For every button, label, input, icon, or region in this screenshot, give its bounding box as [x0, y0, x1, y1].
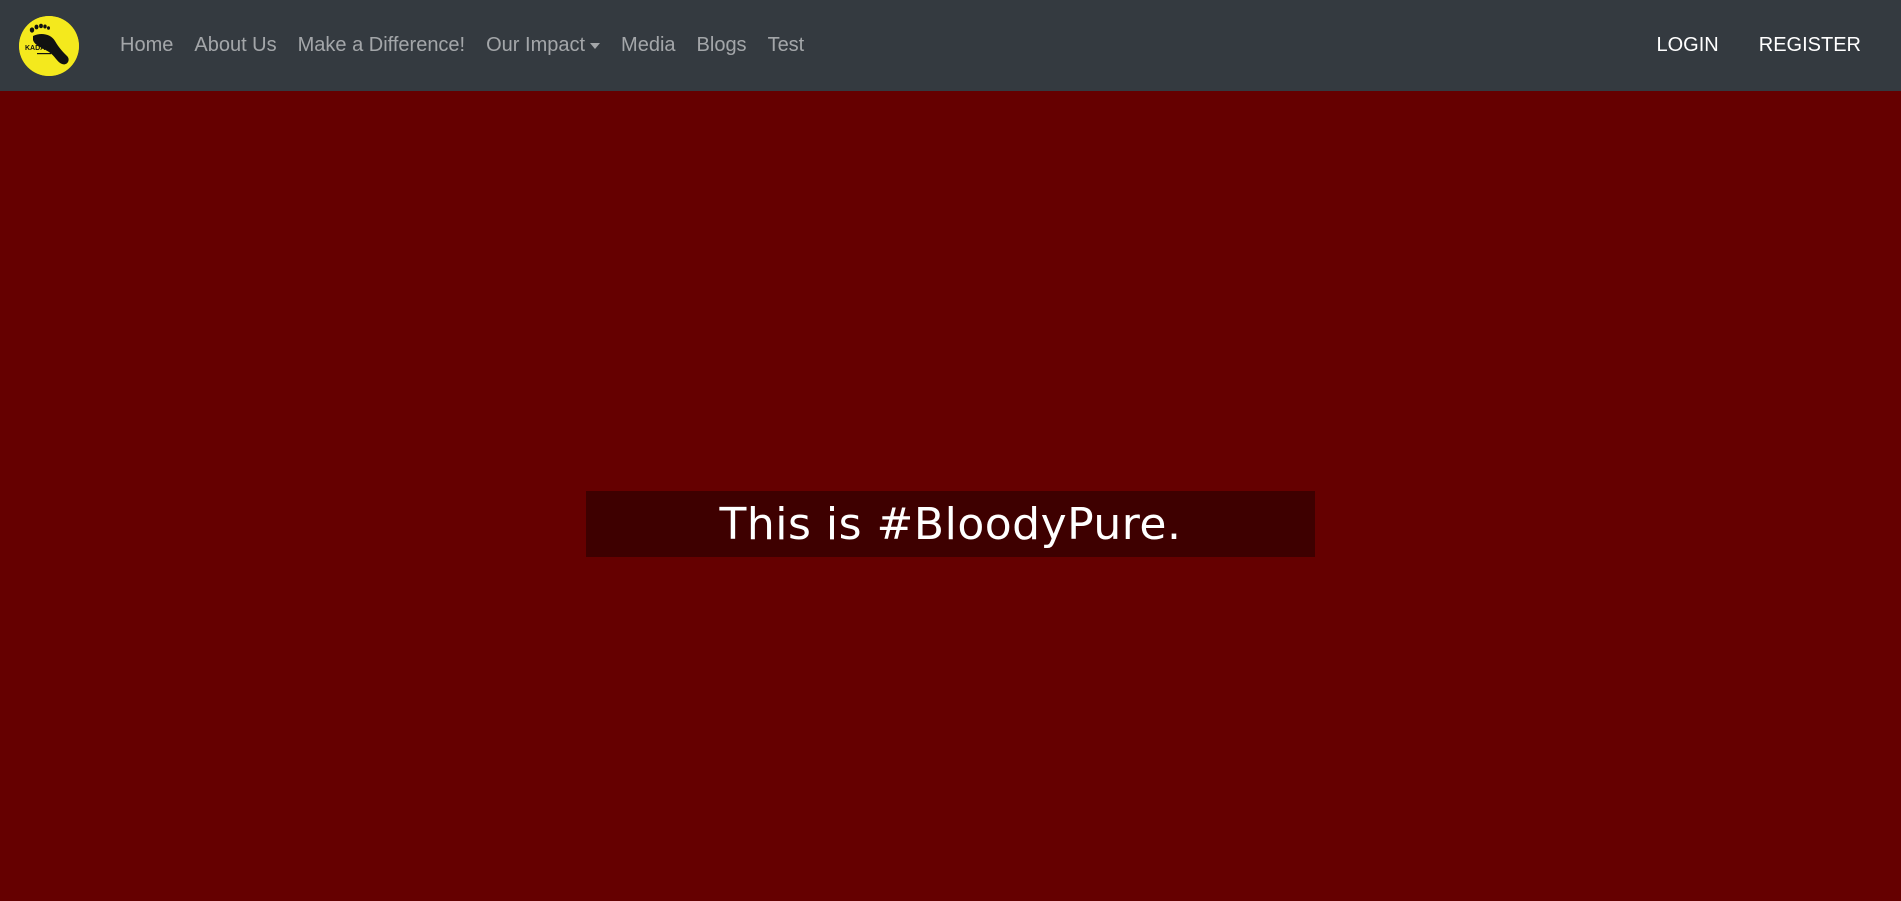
main-nav: Home About Us Make a Difference! Our Imp…	[120, 0, 825, 91]
nav-item-about-us[interactable]: About Us	[194, 34, 276, 57]
hero-tagline: This is #BloodyPure.	[719, 498, 1182, 550]
login-link[interactable]: LOGIN	[1657, 34, 1719, 57]
brand-logo[interactable]: KADAM	[19, 16, 79, 76]
auth-links: LOGIN REGISTER	[1617, 0, 1862, 91]
nav-item-home[interactable]: Home	[120, 34, 173, 57]
caret-down-icon	[590, 42, 601, 49]
nav-item-test[interactable]: Test	[768, 34, 805, 57]
nav-item-our-impact-dropdown[interactable]: Our Impact	[486, 34, 601, 57]
nav-item-our-impact-label: Our Impact	[486, 34, 586, 56]
hero-tagline-box: This is #BloodyPure.	[586, 491, 1315, 557]
footprint-logo-icon: KADAM	[19, 16, 79, 76]
navbar: KADAM Home About Us Make a Difference! O…	[0, 0, 1901, 91]
register-link[interactable]: REGISTER	[1759, 34, 1861, 57]
svg-text:KADAM: KADAM	[25, 45, 51, 52]
nav-item-blogs[interactable]: Blogs	[697, 34, 747, 57]
nav-item-media[interactable]: Media	[621, 34, 675, 57]
nav-item-make-a-difference[interactable]: Make a Difference!	[298, 34, 466, 57]
